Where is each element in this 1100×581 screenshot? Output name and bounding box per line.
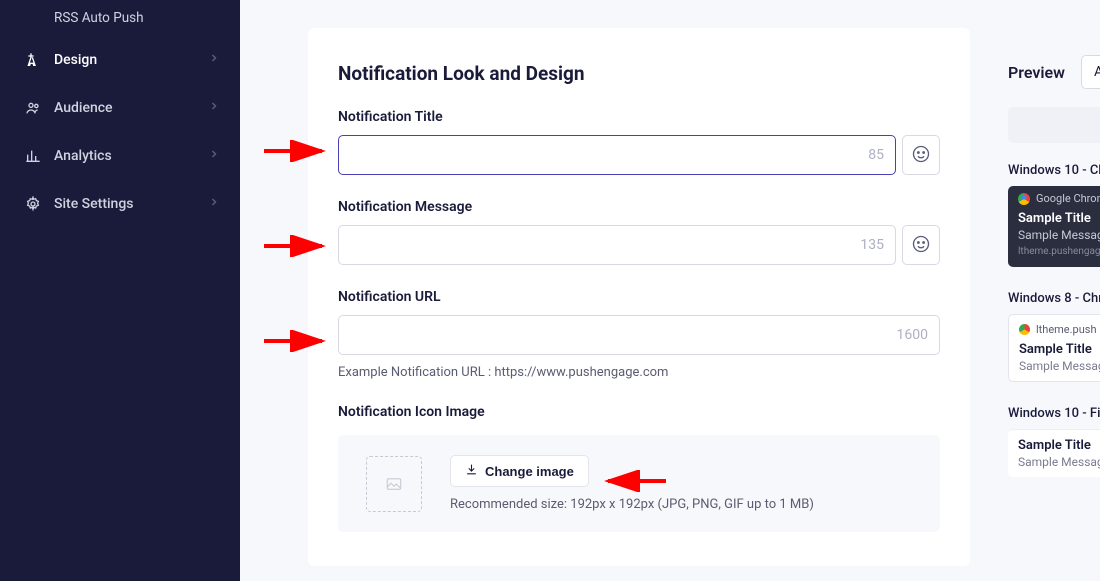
- sidebar-label: Analytics: [54, 148, 208, 164]
- sidebar-item-analytics[interactable]: Analytics: [0, 132, 240, 180]
- title-input[interactable]: [338, 135, 896, 175]
- preview-notif-msg: Sample Message: [1018, 455, 1100, 469]
- change-image-label: Change image: [485, 464, 574, 479]
- download-icon: [465, 463, 478, 479]
- preview-notif-msg: Sample Messag: [1018, 228, 1100, 242]
- message-input[interactable]: [338, 225, 896, 265]
- field-message: Notification Message 135: [338, 199, 940, 265]
- sidebar-rss-item[interactable]: RSS Auto Push: [0, 0, 240, 36]
- field-icon: Notification Icon Image Change image Rec…: [338, 404, 940, 532]
- emoji-button[interactable]: [902, 225, 940, 265]
- image-placeholder[interactable]: [366, 456, 422, 512]
- cursor-icon: [24, 51, 42, 69]
- chart-icon: [24, 147, 42, 165]
- win8-header-text: ltheme.push: [1036, 323, 1097, 336]
- title-counter: 85: [868, 147, 884, 163]
- chevron-right-icon: [208, 100, 220, 116]
- preview-notif-title: Sample Title: [1018, 211, 1100, 226]
- preview-tab[interactable]: A: [1081, 55, 1100, 89]
- field-title: Notification Title 85: [338, 109, 940, 175]
- chevron-right-icon: [208, 196, 220, 212]
- firefox-notification-preview: Sample Title Sample Message: [1008, 429, 1100, 477]
- preview-win8-chrome: Windows 8 - Chr ltheme.push Sample Title…: [1008, 291, 1100, 382]
- chevron-right-icon: [208, 148, 220, 164]
- message-counter: 135: [860, 237, 884, 253]
- preview-notif-via: ltheme.pushengag: [1018, 246, 1100, 257]
- preview-title: Preview: [1008, 63, 1065, 82]
- preview-search-box[interactable]: [1008, 107, 1100, 143]
- chrome-header-text: Google Chrom: [1036, 192, 1100, 205]
- main-content: Notification Look and Design Notificatio…: [240, 0, 1100, 581]
- sidebar-label: Audience: [54, 100, 208, 116]
- sidebar-label: Design: [54, 52, 208, 68]
- preview-panel: Preview A Windows 10 - Ch Google Chrom S…: [1008, 55, 1100, 501]
- chrome-logo-icon: [1018, 193, 1030, 205]
- sidebar-label: Site Settings: [54, 196, 208, 212]
- url-input[interactable]: [338, 315, 940, 355]
- card-title: Notification Look and Design: [338, 62, 940, 85]
- sidebar-item-design[interactable]: Design: [0, 36, 240, 84]
- form-card: Notification Look and Design Notificatio…: [308, 28, 970, 566]
- chrome-logo-icon: [1019, 324, 1030, 335]
- preview-notif-title: Sample Title: [1019, 342, 1100, 357]
- url-counter: 1600: [897, 327, 928, 343]
- emoji-button[interactable]: [902, 135, 940, 175]
- preview-notif-title: Sample Title: [1018, 438, 1100, 453]
- sidebar-item-site-settings[interactable]: Site Settings: [0, 180, 240, 228]
- sidebar: RSS Auto Push Design Audience Analytics: [0, 0, 240, 581]
- gear-icon: [24, 195, 42, 213]
- preview-section-label: Windows 8 - Chr: [1008, 291, 1100, 306]
- preview-notif-msg: Sample Message: [1019, 359, 1100, 373]
- win8-notification-preview: ltheme.push Sample Title Sample Message: [1008, 314, 1100, 382]
- preview-win10-chrome: Windows 10 - Ch Google Chrom Sample Titl…: [1008, 163, 1100, 267]
- people-icon: [24, 99, 42, 117]
- preview-section-label: Windows 10 - Ch: [1008, 163, 1100, 178]
- field-url: Notification URL 1600 Example Notificati…: [338, 289, 940, 380]
- icon-upload-area: Change image Recommended size: 192px x 1…: [338, 435, 940, 532]
- emoji-icon: [912, 235, 930, 256]
- change-image-button[interactable]: Change image: [450, 455, 589, 487]
- title-label: Notification Title: [338, 109, 940, 125]
- sidebar-item-audience[interactable]: Audience: [0, 84, 240, 132]
- upload-hint: Recommended size: 192px x 192px (JPG, PN…: [450, 497, 912, 512]
- url-label: Notification URL: [338, 289, 940, 305]
- preview-section-label: Windows 10 - Fi: [1008, 406, 1100, 421]
- chevron-right-icon: [208, 52, 220, 68]
- url-helper: Example Notification URL : https://www.p…: [338, 365, 940, 380]
- preview-win10-firefox: Windows 10 - Fi Sample Title Sample Mess…: [1008, 406, 1100, 477]
- emoji-icon: [912, 145, 930, 166]
- message-label: Notification Message: [338, 199, 940, 215]
- chrome-notification-preview: Google Chrom Sample Title Sample Messag …: [1008, 186, 1100, 267]
- icon-label: Notification Icon Image: [338, 404, 940, 420]
